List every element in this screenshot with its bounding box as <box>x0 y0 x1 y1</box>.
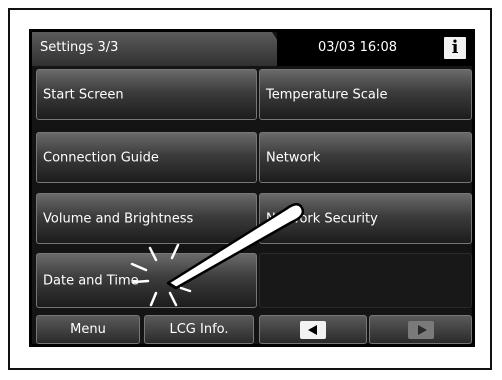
stylus-icon <box>166 203 305 290</box>
stylus-overlay <box>130 203 305 307</box>
